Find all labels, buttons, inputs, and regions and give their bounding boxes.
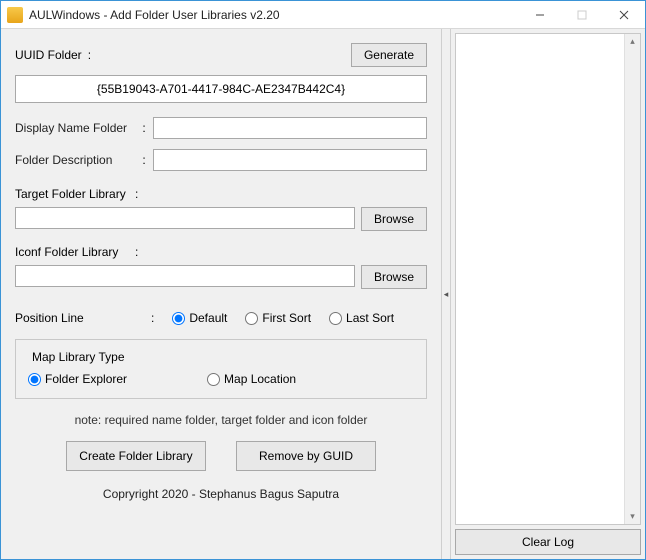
uuid-value: {55B19043-A701-4417-984C-AE2347B442C4} xyxy=(97,82,345,96)
map-location-radio[interactable] xyxy=(207,373,220,386)
colon: : xyxy=(151,311,154,325)
clear-log-button[interactable]: Clear Log xyxy=(455,529,641,555)
scroll-down-icon: ▾ xyxy=(630,511,635,522)
icon-browse-button[interactable]: Browse xyxy=(361,265,427,289)
main-panel: UUID Folder : Generate {55B19043-A701-44… xyxy=(1,29,441,559)
maximize-button xyxy=(561,1,603,29)
description-label: Folder Description xyxy=(15,153,135,167)
colon: : xyxy=(88,48,91,62)
log-panel: ▴ ▾ Clear Log xyxy=(451,29,645,559)
target-browse-button[interactable]: Browse xyxy=(361,207,427,231)
position-first-radio[interactable] xyxy=(245,312,258,325)
map-lib-legend: Map Library Type xyxy=(28,350,129,364)
display-name-label: Display Name Folder xyxy=(15,121,135,135)
icon-lib-input[interactable] xyxy=(15,265,355,287)
map-location[interactable]: Map Location xyxy=(207,372,296,386)
chevron-left-icon: ◂ xyxy=(444,289,449,300)
map-lib-fieldset: Map Library Type Folder Explorer Map Loc… xyxy=(15,339,427,399)
window-title: AULWindows - Add Folder User Libraries v… xyxy=(29,8,519,22)
position-first[interactable]: First Sort xyxy=(245,311,311,325)
title-bar: AULWindows - Add Folder User Libraries v… xyxy=(1,1,645,29)
map-folder-explorer-radio[interactable] xyxy=(28,373,41,386)
target-lib-input[interactable] xyxy=(15,207,355,229)
generate-button[interactable]: Generate xyxy=(351,43,427,67)
remove-button[interactable]: Remove by GUID xyxy=(236,441,376,471)
log-box: ▴ ▾ xyxy=(455,33,641,525)
icon-lib-label: Iconf Folder Library xyxy=(15,245,135,259)
colon: : xyxy=(135,153,153,167)
target-lib-label: Target Folder Library xyxy=(15,187,135,201)
position-last-radio[interactable] xyxy=(329,312,342,325)
note-text: note: required name folder, target folde… xyxy=(15,413,427,427)
log-scrollbar[interactable]: ▴ ▾ xyxy=(624,34,640,524)
colon: : xyxy=(135,187,138,201)
uuid-value-box: {55B19043-A701-4417-984C-AE2347B442C4} xyxy=(15,75,427,103)
position-line-label: Position Line xyxy=(15,311,133,325)
create-button[interactable]: Create Folder Library xyxy=(66,441,206,471)
close-button[interactable] xyxy=(603,1,645,29)
splitter[interactable]: ◂ xyxy=(441,29,451,559)
colon: : xyxy=(135,121,153,135)
minimize-button[interactable] xyxy=(519,1,561,29)
uuid-label: UUID Folder xyxy=(15,48,82,62)
app-icon xyxy=(7,7,23,23)
copyright-text: Copryright 2020 - Stephanus Bagus Saputr… xyxy=(15,487,427,501)
position-default-radio[interactable] xyxy=(172,312,185,325)
display-name-input[interactable] xyxy=(153,117,427,139)
colon: : xyxy=(135,245,138,259)
map-folder-explorer[interactable]: Folder Explorer xyxy=(28,372,127,386)
scroll-up-icon: ▴ xyxy=(630,36,635,47)
description-input[interactable] xyxy=(153,149,427,171)
position-last[interactable]: Last Sort xyxy=(329,311,394,325)
position-default[interactable]: Default xyxy=(172,311,227,325)
